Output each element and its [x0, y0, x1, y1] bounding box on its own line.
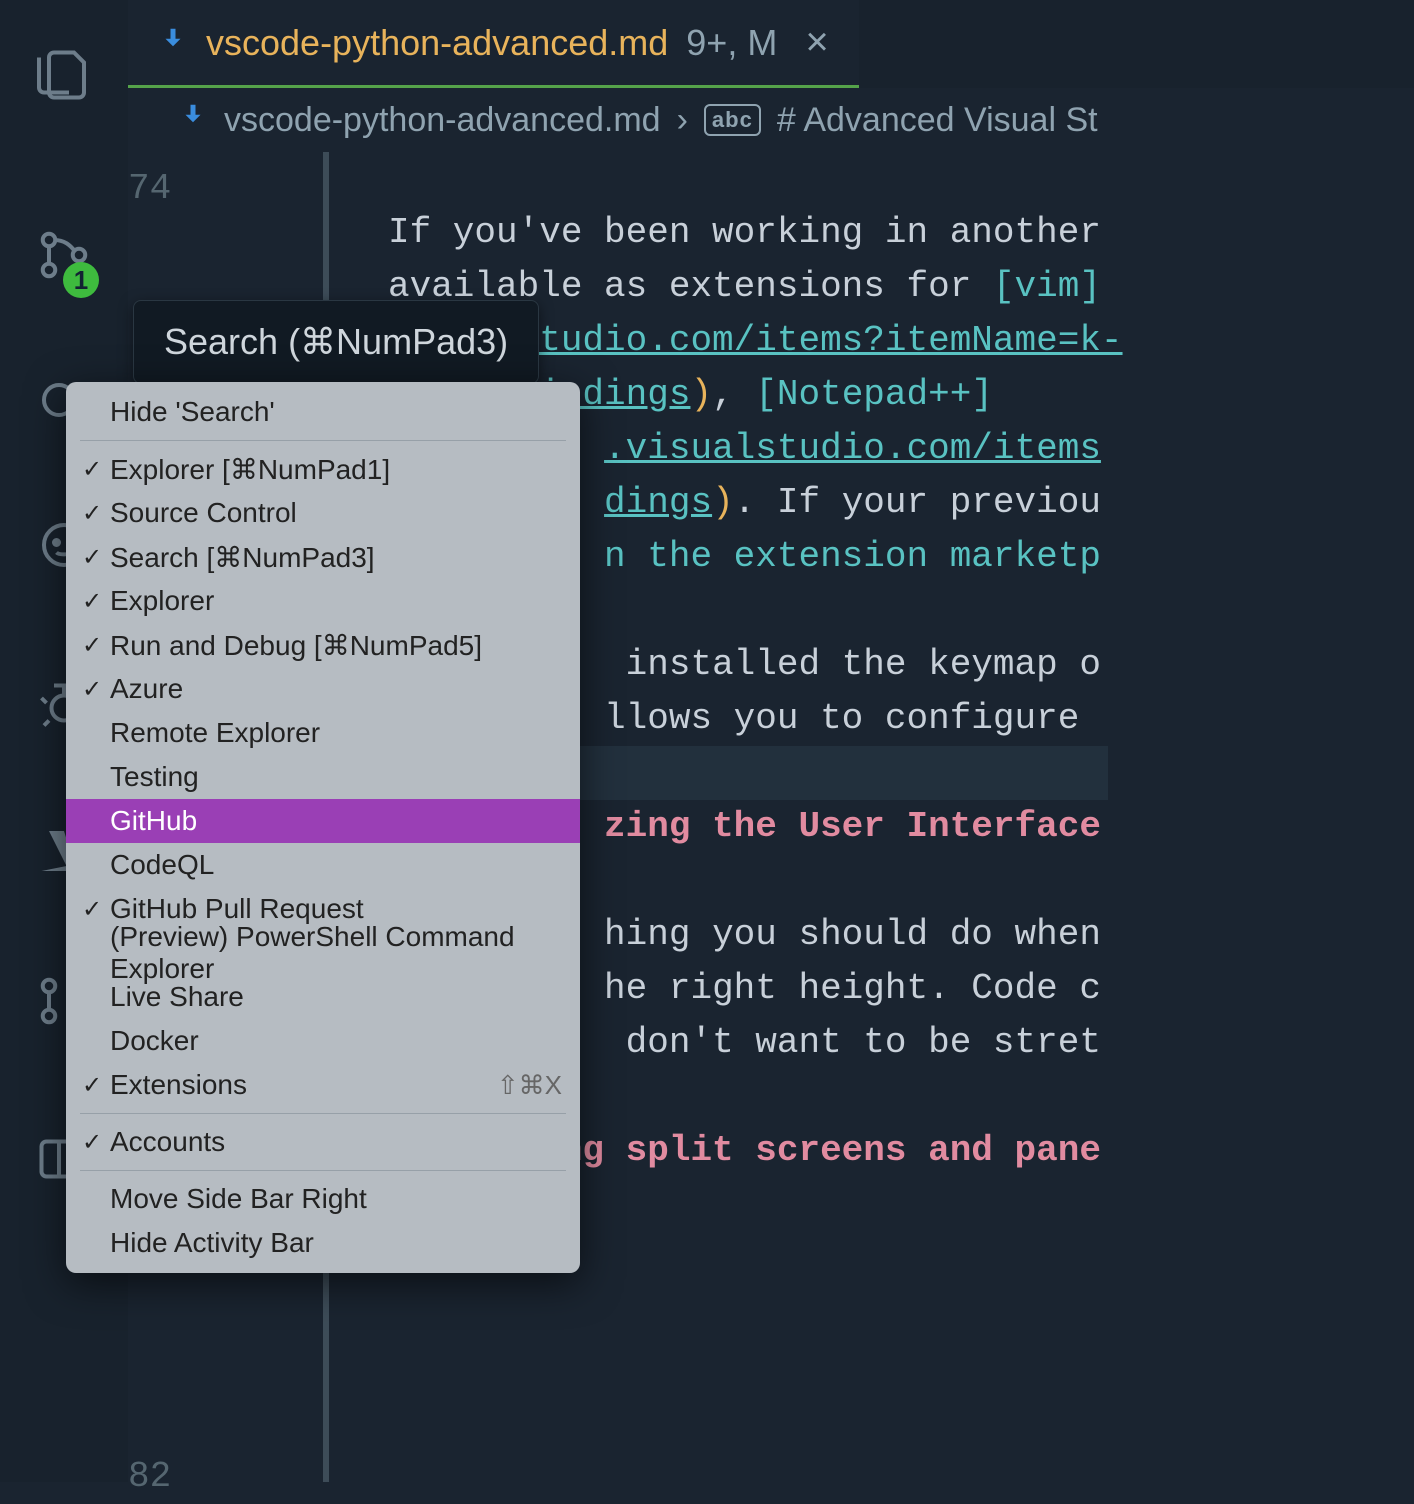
- source-control-icon[interactable]: 1: [9, 200, 119, 310]
- chevron-right-icon: ›: [677, 101, 688, 140]
- markdown-file-icon: [178, 101, 208, 140]
- menu-azure[interactable]: ✓Azure: [66, 667, 580, 711]
- menu-hide-activity-bar[interactable]: Hide Activity Bar: [66, 1221, 580, 1265]
- menu-separator: [80, 1170, 566, 1171]
- menu-move-sidebar[interactable]: Move Side Bar Right: [66, 1177, 580, 1221]
- menu-accounts[interactable]: ✓Accounts: [66, 1120, 580, 1164]
- menu-explorer-1[interactable]: ✓Explorer [⌘NumPad1]: [66, 447, 580, 491]
- tab-status: 9+, M: [686, 22, 777, 64]
- menu-extensions[interactable]: ✓Extensions⇧⌘X: [66, 1063, 580, 1107]
- menu-live-share[interactable]: Live Share: [66, 975, 580, 1019]
- explorer-icon[interactable]: [9, 20, 119, 130]
- markdown-file-icon: [158, 22, 188, 64]
- menu-testing[interactable]: Testing: [66, 755, 580, 799]
- scm-badge: 1: [63, 262, 99, 298]
- activity-bar-context-menu: Hide 'Search' ✓Explorer [⌘NumPad1] ✓Sour…: [66, 382, 580, 1273]
- menu-run-debug[interactable]: ✓Run and Debug [⌘NumPad5]: [66, 623, 580, 667]
- tab-filename: vscode-python-advanced.md: [206, 22, 668, 64]
- close-icon[interactable]: ×: [805, 20, 828, 65]
- editor-tab[interactable]: vscode-python-advanced.md 9+, M ×: [128, 0, 859, 88]
- breadcrumb[interactable]: vscode-python-advanced.md › abc # Advanc…: [128, 88, 1414, 152]
- search-tooltip: Search (⌘NumPad3): [133, 300, 539, 384]
- menu-hide-search[interactable]: Hide 'Search': [66, 390, 580, 434]
- menu-separator: [80, 1113, 566, 1114]
- breadcrumb-file: vscode-python-advanced.md: [224, 101, 661, 140]
- menu-codeql[interactable]: CodeQL: [66, 843, 580, 887]
- menu-explorer-2[interactable]: ✓Explorer: [66, 579, 580, 623]
- menu-powershell[interactable]: (Preview) PowerShell Command Explorer: [66, 931, 580, 975]
- tab-bar: vscode-python-advanced.md 9+, M ×: [128, 0, 1414, 88]
- menu-github[interactable]: GitHub: [66, 799, 580, 843]
- breadcrumb-symbol: # Advanced Visual St: [777, 101, 1098, 140]
- symbol-icon: abc: [704, 104, 761, 136]
- menu-docker[interactable]: Docker: [66, 1019, 580, 1063]
- menu-remote-explorer[interactable]: Remote Explorer: [66, 711, 580, 755]
- menu-source-control[interactable]: ✓Source Control: [66, 491, 580, 535]
- menu-separator: [80, 440, 566, 441]
- menu-search[interactable]: ✓Search [⌘NumPad3]: [66, 535, 580, 579]
